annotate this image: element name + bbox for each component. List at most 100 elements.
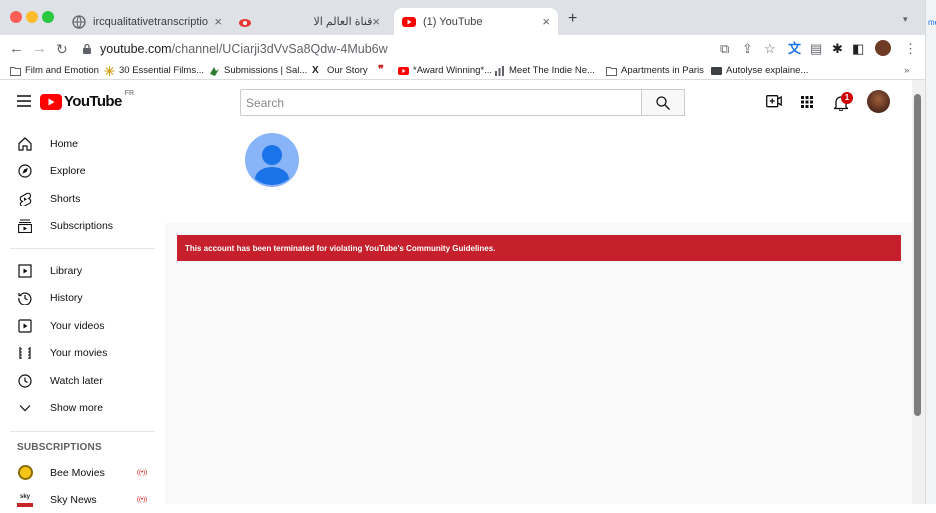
sidebar-item-history[interactable]: History — [0, 284, 165, 311]
tab-title: قناة العالم الاخبارية — [314, 16, 373, 28]
bookmark-item[interactable]: *Award Winning*... — [398, 65, 492, 76]
tab-search-chevron-icon[interactable]: ▾ — [903, 14, 908, 25]
history-icon — [18, 292, 32, 305]
close-tab-icon[interactable]: × — [542, 14, 550, 29]
install-app-icon[interactable]: ⧉ — [720, 41, 729, 57]
bookmark-item[interactable]: 30 Essential Films... — [104, 65, 204, 76]
lock-icon[interactable] — [82, 43, 92, 54]
minimize-window-button[interactable] — [26, 11, 38, 23]
starburst-icon — [104, 65, 115, 76]
notification-count-badge: 1 — [841, 92, 853, 104]
sidebar-item-label: Show more — [50, 401, 104, 414]
new-tab-button[interactable]: + — [568, 11, 577, 27]
browser-toolbar: ← → ↻ youtube.com/channel/UCiarji3dVvSa8… — [0, 35, 936, 63]
channel-avatar — [17, 465, 33, 480]
bookmark-label: Autolyse explaine... — [726, 65, 809, 76]
x-logo-icon: X — [312, 64, 319, 76]
profile-avatar-icon[interactable] — [875, 40, 891, 56]
scrollbar-thumb[interactable] — [914, 94, 921, 416]
subscriptions-icon — [18, 218, 32, 233]
channel-avatar-placeholder-icon — [245, 133, 299, 187]
reload-button[interactable]: ↻ — [56, 40, 68, 58]
your-videos-icon — [18, 318, 32, 333]
forward-button[interactable]: → — [32, 40, 47, 58]
bookmark-label: Apartments in Paris — [621, 65, 704, 76]
sidebar-item-explore[interactable]: Explore — [0, 157, 165, 184]
close-tab-icon[interactable]: × — [214, 14, 222, 29]
bookmark-label: Film and Emotion — [25, 65, 99, 76]
sidebar-item-label: History — [50, 291, 83, 304]
sidebar-item-label: Library — [50, 264, 83, 277]
bookmark-item[interactable]: X Our Story — [312, 65, 368, 76]
sidebar-item-show-more[interactable]: Show more — [0, 394, 165, 421]
youtube-icon — [398, 66, 409, 75]
sidebar-item-subscriptions[interactable]: Subscriptions — [0, 212, 165, 239]
browser-tab-2[interactable] — [230, 8, 306, 35]
sidebar-item-shorts[interactable]: Shorts — [0, 185, 165, 212]
bookmark-label: 30 Essential Films... — [119, 65, 204, 76]
close-window-button[interactable] — [10, 11, 22, 23]
sidebar-item-label: Your videos — [50, 319, 105, 332]
youtube-icon — [402, 16, 416, 27]
sidebar-item-label: Home — [50, 137, 79, 150]
youtube-icon — [40, 93, 62, 110]
url-host: youtube.com — [100, 41, 172, 56]
bookmark-label: *Award Winning*... — [413, 65, 493, 76]
share-icon[interactable]: ⇪ — [742, 41, 753, 57]
chevron-down-icon — [19, 404, 31, 411]
url-path: /channel/UCiarji3dVvSa8Qdw-4Mub6w — [171, 41, 388, 56]
bookmark-item[interactable]: Apartments in Paris — [606, 65, 704, 76]
movies-icon — [19, 346, 31, 359]
apps-grid-icon[interactable] — [801, 96, 813, 108]
bookmark-label: Our Story — [327, 65, 368, 76]
bookmark-item[interactable]: Film and Emotion — [10, 65, 99, 76]
sidebar-item-home[interactable]: Home — [0, 130, 165, 157]
shorts-icon — [19, 192, 32, 206]
search-button[interactable] — [641, 89, 685, 116]
bookmark-label: Submissions | Sal... — [224, 65, 308, 76]
browser-tab-strip: ircqualitativetranscriptionandtr × × قنا… — [0, 0, 936, 35]
create-video-icon[interactable] — [766, 95, 782, 109]
page-scrollbar[interactable] — [912, 80, 925, 504]
side-panel-icon[interactable]: ◧ — [852, 41, 864, 57]
compass-icon — [18, 163, 32, 178]
submission-icon — [210, 66, 219, 76]
maximize-window-button[interactable] — [42, 11, 54, 23]
back-button[interactable]: ← — [9, 40, 24, 58]
bookmarks-bar: Film and Emotion 30 Essential Films... S… — [0, 63, 936, 80]
youtube-header: YouTube FR Search 1 — [0, 80, 925, 124]
browser-tab-youtube[interactable]: (1) YouTube × — [394, 8, 558, 35]
youtube-logo[interactable]: YouTube FR — [40, 90, 134, 110]
adjacent-window-strip: me — [925, 0, 936, 504]
account-avatar[interactable] — [867, 90, 890, 113]
sidebar-item-library[interactable]: Library — [0, 257, 165, 284]
browser-tab-3[interactable]: × قناة العالم الاخبارية — [306, 8, 394, 35]
sidebar-item-your-videos[interactable]: Your videos — [0, 312, 165, 339]
search-input[interactable]: Search — [240, 89, 642, 116]
more-bookmarks-button[interactable]: » — [904, 65, 909, 76]
address-bar[interactable]: youtube.com/channel/UCiarji3dVvSa8Qdw-4M… — [82, 37, 702, 60]
bookmark-item[interactable]: Meet The Indie Ne... — [494, 65, 595, 76]
bookmark-star-icon[interactable]: ☆ — [764, 41, 776, 57]
sidebar-item-your-movies[interactable]: Your movies — [0, 339, 165, 366]
home-icon — [18, 136, 32, 151]
adjacent-window-text: me — [928, 18, 936, 27]
subscription-item[interactable]: sky Sky News ((•)) — [0, 486, 165, 513]
globe-icon — [72, 14, 86, 29]
sidebar-item-watch-later[interactable]: Watch later — [0, 367, 165, 394]
chart-icon — [495, 65, 504, 76]
close-tab-icon[interactable]: × — [372, 14, 380, 29]
sidebar-divider — [10, 431, 155, 432]
live-indicator-icon: ((•)) — [137, 496, 148, 503]
menu-hamburger-icon[interactable] — [17, 95, 31, 107]
reader-extension-icon[interactable]: ▤ — [810, 41, 822, 57]
browser-tab-1[interactable]: ircqualitativetranscriptionandtr × — [64, 8, 230, 35]
tab-title: ircqualitativetranscriptionandtr — [93, 15, 208, 28]
subscription-item[interactable]: Bee Movies ((•)) — [0, 459, 165, 486]
browser-menu-icon[interactable]: ⋮ — [904, 41, 917, 57]
bookmark-item[interactable]: Submissions | Sal... — [209, 65, 307, 76]
extensions-puzzle-icon[interactable]: ✱ — [832, 41, 843, 57]
bookmark-item[interactable]: ❞ — [378, 65, 393, 76]
translate-extension-icon[interactable]: 文 — [788, 41, 801, 57]
bookmark-item[interactable]: Autolyse explaine... — [711, 65, 808, 76]
